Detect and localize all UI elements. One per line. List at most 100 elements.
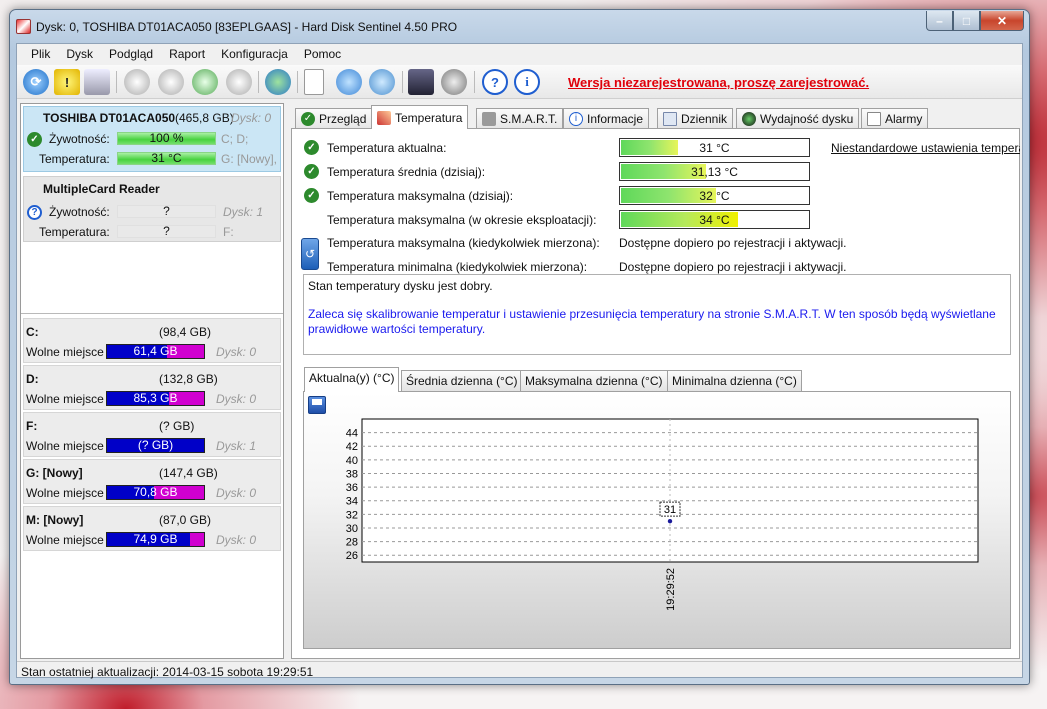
globe-icon[interactable]: [265, 69, 291, 95]
health-drives: C; D;: [221, 132, 249, 146]
menu-config[interactable]: Konfiguracja: [213, 47, 296, 61]
menu-report[interactable]: Raport: [161, 47, 213, 61]
surface-test-icon[interactable]: [158, 69, 184, 95]
health-ok-icon: ✓: [27, 132, 42, 147]
tab-smart[interactable]: S.M.A.R.T.: [476, 108, 564, 128]
free-space-value: 70,8 GB: [133, 485, 178, 499]
report-icon[interactable]: [304, 69, 324, 95]
status-text: Stan temperatury dysku jest dobry.: [308, 279, 493, 293]
back-arrow-icon: ↺: [304, 247, 316, 261]
tab-performance[interactable]: Wydajność dysku: [736, 108, 860, 128]
disk-tools-icon[interactable]: [226, 69, 252, 95]
disk-icon[interactable]: [84, 69, 110, 95]
volume-disk: Dysk: 0: [216, 486, 257, 500]
minimize-button[interactable]: –: [926, 11, 953, 31]
max-ever-label: Temperatura maksymalna (kiedykolwiek mie…: [327, 236, 600, 250]
tab-temperature[interactable]: Temperatura: [371, 105, 469, 129]
settings-icon[interactable]: [408, 69, 434, 95]
disk-name: TOSHIBA DT01ACA050: [43, 111, 176, 125]
tab-label: Temperatura: [395, 110, 463, 125]
smart-icon: [482, 111, 496, 126]
temperature-bar: 34 °C: [619, 210, 810, 229]
free-space-label: Wolne miejsce: [26, 439, 104, 453]
info-icon[interactable]: i: [514, 69, 540, 95]
help-icon[interactable]: ?: [482, 69, 508, 95]
tab-alarms[interactable]: Alarmy: [861, 108, 929, 128]
temperature-panel: ✓ Temperatura aktualna: 31 °C ✓ Temperatura …: [291, 128, 1020, 659]
temperature-value: 31,13 °C: [691, 165, 738, 179]
maximize-button[interactable]: □: [953, 11, 980, 31]
menu-help[interactable]: Pomoc: [296, 47, 349, 61]
free-space-value: 74,9 GB: [133, 532, 178, 546]
chart-tab-daily-min[interactable]: Minimalna dzienna (°C): [667, 370, 802, 391]
min-ever-label: Temperatura minimalna (kiedykolwiek mier…: [327, 260, 588, 274]
temperature-value: 34 °C: [699, 213, 730, 227]
tab-overview[interactable]: ✓ Przegląd: [295, 108, 373, 128]
disk-list-panel: TOSHIBA DT01ACA050 (465,8 GB) Dysk: 0 ✓ …: [20, 103, 284, 659]
volume-disk: Dysk: 1: [216, 439, 257, 453]
x-tick-label: 19:29:52: [665, 568, 677, 611]
y-tick-label: 30: [346, 523, 358, 535]
volume-letter: F:: [26, 419, 38, 433]
volume-item[interactable]: M: [Nowy] (87,0 GB) Wolne miejsce 74,9 GB Dy…: [23, 506, 281, 551]
calibrate-button[interactable]: ↺: [301, 238, 319, 270]
disk-test-icon[interactable]: [124, 69, 150, 95]
y-tick-label: 36: [346, 482, 358, 494]
disk-item-toshiba[interactable]: TOSHIBA DT01ACA050 (465,8 GB) Dysk: 0 ✓ …: [23, 106, 281, 172]
menu-view[interactable]: Podgląd: [101, 47, 161, 61]
tab-label: Alarmy: [885, 111, 923, 126]
health-unknown-icon: ?: [27, 205, 42, 220]
temperature-row: ✓ Temperatura aktualna: 31 °C: [292, 138, 812, 158]
disk-ok-icon[interactable]: [192, 69, 218, 95]
volume-disk: Dysk: 0: [216, 345, 257, 359]
volume-disk: Dysk: 0: [216, 533, 257, 547]
close-button[interactable]: ✕: [980, 11, 1024, 31]
register-link[interactable]: Wersja niezarejestrowana, proszę zarejes…: [568, 75, 869, 90]
volume-letter: G: [Nowy]: [26, 466, 83, 480]
title-bar[interactable]: Dysk: 0, TOSHIBA DT01ACA050 [83EPLGAAS] …: [10, 10, 1029, 42]
y-tick-label: 38: [346, 468, 358, 480]
temperature-row: ✓ Temperatura średnia (dzisiaj): 31,13 °C: [292, 162, 812, 182]
volume-item[interactable]: D: (132,8 GB) Wolne miejsce 85,3 GB Dysk: 0: [23, 365, 281, 410]
chart-tab-current[interactable]: Aktualna(y) (°C): [304, 367, 400, 392]
volume-size: (132,8 GB): [159, 372, 218, 386]
menu-disk[interactable]: Dysk: [58, 47, 101, 61]
app-window: Dysk: 0, TOSHIBA DT01ACA050 [83EPLGAAS] …: [9, 9, 1030, 685]
temperature-value: 32 °C: [699, 189, 730, 203]
volume-size: (? GB): [159, 419, 195, 433]
chart-tab-daily-max[interactable]: Maksymalna dzienna (°C): [520, 370, 668, 391]
health-bar: 100 %: [117, 132, 216, 145]
divider: [21, 313, 283, 314]
y-tick-label: 44: [346, 428, 358, 440]
sync-icon[interactable]: [336, 69, 362, 95]
volume-item[interactable]: G: [Nowy] (147,4 GB) Wolne miejsce 70,8 GB D…: [23, 459, 281, 504]
temp-label: Temperatura:: [39, 225, 110, 239]
custom-temperature-settings-link[interactable]: Niestandardowe ustawienia temperatury: [831, 141, 1020, 155]
y-tick-label: 32: [346, 509, 358, 521]
refresh-icon[interactable]: ⟳: [23, 69, 49, 95]
free-space-label: Wolne miejsce: [26, 392, 104, 406]
temperature-row: ✓ Temperatura maksymalna (dzisiaj): 32 °C: [292, 186, 812, 206]
app-icon: [16, 19, 31, 34]
free-space-label: Wolne miejsce: [26, 345, 104, 359]
menu-file[interactable]: Plik: [23, 47, 58, 61]
free-space-value: (? GB): [137, 438, 174, 452]
toolbar: ⟳ ! ? i Wersja niezarejestrowana, proszę…: [17, 65, 1022, 99]
minimize-icon: –: [936, 13, 943, 28]
temp-drives: F:: [223, 225, 234, 239]
network-icon[interactable]: [369, 69, 395, 95]
volume-item[interactable]: F: (? GB) Wolne miejsce (? GB) Dysk: 1: [23, 412, 281, 457]
tab-info[interactable]: i Informacje: [563, 108, 650, 128]
chart-tab-daily-average[interactable]: Średnia dzienna (°C): [401, 370, 523, 391]
volume-item[interactable]: C: (98,4 GB) Wolne miejsce 61,4 GB Dysk: 0: [23, 318, 281, 363]
volume-size: (98,4 GB): [159, 325, 212, 339]
temperature-value: 31 °C: [699, 141, 730, 155]
volume-letter: D:: [26, 372, 39, 386]
tab-log[interactable]: Dziennik: [657, 108, 734, 128]
sound-icon[interactable]: [441, 69, 467, 95]
disk-item-card-reader[interactable]: MultipleCard Reader ? Żywotność: ? Dysk:…: [23, 176, 281, 242]
free-space-bar: 70,8 GB: [106, 485, 205, 500]
warning-icon[interactable]: !: [54, 69, 80, 95]
min-ever-value: Dostępne dopiero po rejestracji i aktywa…: [619, 260, 847, 274]
ok-check-icon: ✓: [304, 140, 319, 155]
